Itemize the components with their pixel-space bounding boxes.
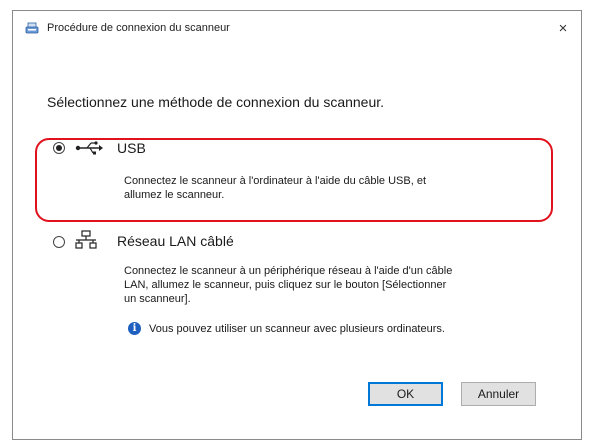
info-icon: i [128, 322, 141, 335]
usb-label[interactable]: USB [117, 140, 146, 156]
lan-radio[interactable] [53, 236, 65, 248]
info-text: Vous pouvez utiliser un scanneur avec pl… [149, 322, 445, 335]
usb-icon [75, 140, 103, 161]
lan-description: Connectez le scanneur à un périphérique … [124, 264, 452, 306]
wired-lan-icon [75, 230, 97, 255]
lan-label[interactable]: Réseau LAN câblé [117, 233, 234, 249]
cancel-button[interactable]: Annuler [461, 382, 536, 406]
usb-radio[interactable] [53, 142, 65, 154]
usb-description-line: allumez le scanneur. [124, 189, 225, 201]
info-note: i Vous pouvez utiliser un scanneur avec … [128, 322, 445, 335]
lan-description-line: Connectez le scanneur à un périphérique … [124, 265, 453, 277]
usb-description: Connectez le scanneur à l'ordinateur à l… [124, 174, 426, 202]
lan-description-line: LAN, allumez le scanneur, puis cliquez s… [124, 279, 447, 291]
instruction-text: Sélectionnez une méthode de connexion du… [47, 94, 385, 110]
window-title: Procédure de connexion du scanneur [47, 22, 230, 34]
lan-description-line: un scanneur]. [124, 293, 191, 305]
connection-dialog: Procédure de connexion du scanneur × Sél… [12, 10, 582, 440]
scanner-app-icon [25, 22, 39, 35]
title-bar: Procédure de connexion du scanneur × [13, 11, 581, 47]
ok-button[interactable]: OK [368, 382, 443, 406]
usb-description-line: Connectez le scanneur à l'ordinateur à l… [124, 175, 426, 187]
close-icon: × [558, 19, 568, 37]
close-button[interactable]: × [549, 15, 577, 41]
